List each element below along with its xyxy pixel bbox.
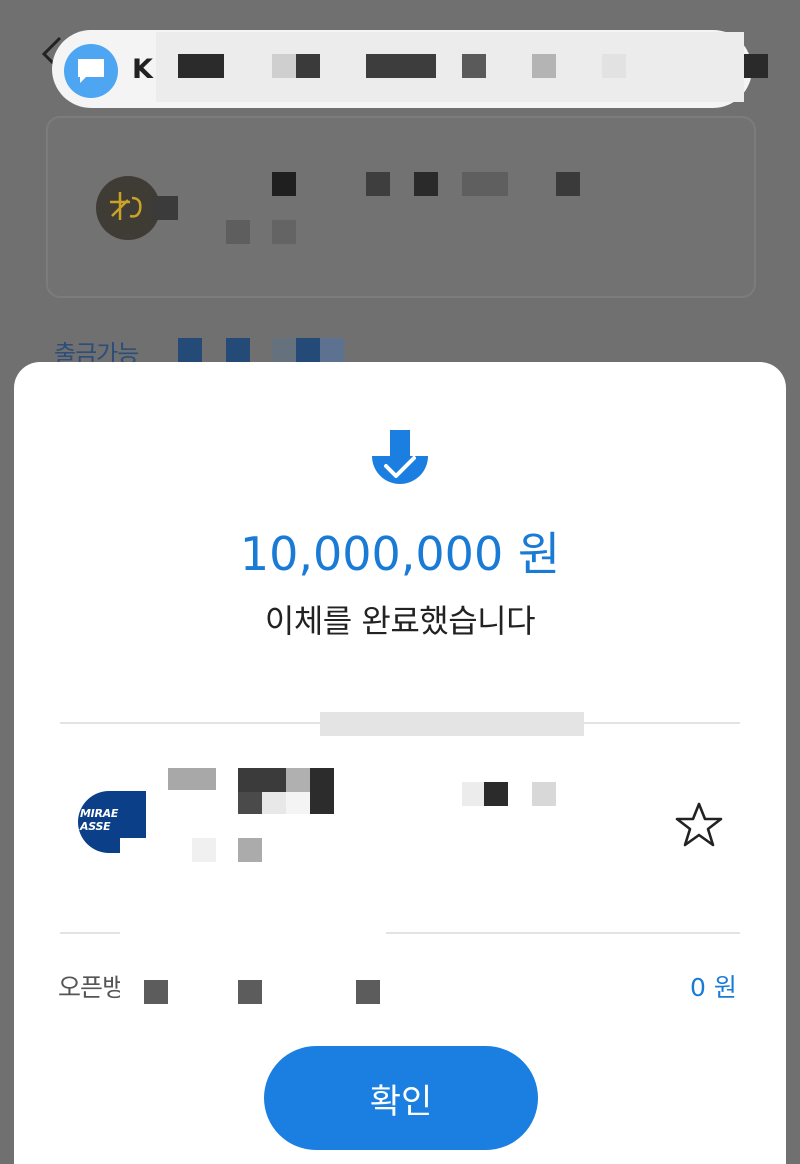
blur-block bbox=[144, 980, 168, 1004]
open-banking-value: 0 원 bbox=[690, 973, 737, 1002]
blur-block bbox=[192, 838, 216, 862]
blur-block bbox=[532, 782, 556, 806]
blur-block bbox=[296, 54, 320, 78]
logo-blur bbox=[152, 196, 178, 220]
star-outline-icon[interactable] bbox=[674, 801, 724, 849]
blur-block bbox=[178, 54, 224, 78]
blur-block bbox=[226, 220, 250, 244]
blur-block bbox=[462, 54, 486, 78]
blur-block bbox=[556, 172, 580, 196]
download-check-icon bbox=[372, 430, 428, 484]
blur-block bbox=[286, 792, 310, 814]
chat-bubble-icon bbox=[64, 44, 118, 98]
blur-block bbox=[262, 792, 286, 814]
blur-block bbox=[296, 338, 320, 364]
blur-block bbox=[238, 768, 286, 792]
blur-block bbox=[286, 768, 310, 792]
divider bbox=[60, 932, 120, 934]
divider-label-blur bbox=[320, 712, 584, 736]
confirm-button[interactable]: 확인 bbox=[264, 1046, 538, 1150]
blur-block bbox=[272, 54, 296, 78]
blur-block bbox=[744, 54, 768, 78]
blur-block bbox=[414, 172, 438, 196]
blur-block bbox=[238, 980, 262, 1004]
blur-block bbox=[366, 54, 436, 78]
blur-block bbox=[462, 172, 508, 196]
blur-block bbox=[320, 338, 344, 364]
bank-logo-icon bbox=[96, 176, 160, 240]
blur-block bbox=[238, 792, 262, 814]
blur-block bbox=[272, 172, 296, 196]
bank-logo-text: MIRAE ASSE bbox=[80, 807, 119, 833]
transfer-amount: 10,000,000 원 bbox=[239, 527, 561, 581]
notification-sender: K bbox=[132, 54, 153, 85]
blur-block bbox=[238, 838, 262, 862]
blur-block bbox=[356, 980, 380, 1004]
blur-block bbox=[310, 768, 334, 814]
transfer-complete-message: 이체를 완료했습니다 bbox=[264, 602, 536, 640]
blur-block bbox=[272, 338, 296, 364]
blur-block bbox=[462, 782, 486, 806]
blur-block bbox=[168, 768, 216, 790]
blur-block bbox=[272, 220, 296, 244]
blur-block bbox=[226, 338, 250, 364]
blur-block bbox=[366, 172, 390, 196]
divider bbox=[386, 932, 740, 934]
notification-text-blur bbox=[156, 32, 744, 102]
blur-block bbox=[532, 54, 556, 78]
blur-block bbox=[602, 54, 626, 78]
logo-shape bbox=[120, 838, 148, 856]
blur-block bbox=[178, 338, 202, 364]
blur-block bbox=[484, 782, 508, 806]
open-banking-label: 오픈뱅 bbox=[58, 973, 125, 1002]
